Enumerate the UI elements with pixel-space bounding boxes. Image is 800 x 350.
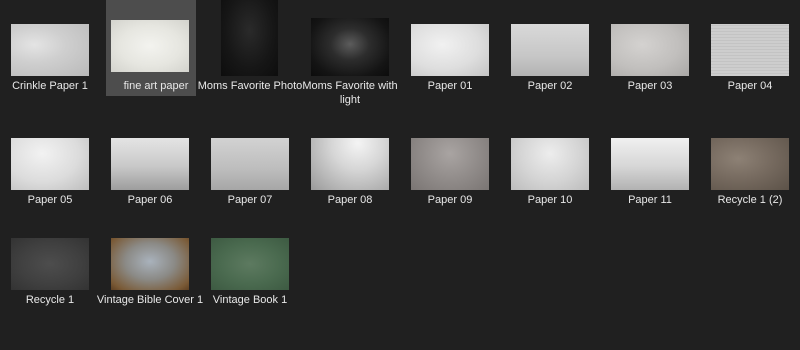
file-tile[interactable]: Vintage Book 1 bbox=[200, 214, 290, 310]
file-label: Moms Favorite with light bbox=[302, 80, 398, 106]
file-label: Paper 08 bbox=[327, 194, 373, 206]
thumbnail-image bbox=[221, 0, 278, 76]
file-tile[interactable]: Paper 03 bbox=[600, 0, 690, 96]
thumbnail-image bbox=[211, 138, 289, 190]
file-tile[interactable]: Paper 01 bbox=[400, 0, 490, 96]
thumbnail-image bbox=[211, 238, 289, 290]
file-label: Paper 07 bbox=[227, 194, 273, 206]
file-label: Paper 04 bbox=[727, 80, 773, 92]
file-tile[interactable]: Paper 04 bbox=[700, 0, 790, 96]
file-label: Recycle 1 bbox=[25, 294, 75, 306]
thumbnail-image bbox=[611, 24, 689, 76]
file-label: Crinkle Paper 1 bbox=[12, 80, 88, 92]
file-label: Recycle 1 (2) bbox=[717, 194, 783, 206]
file-label: Paper 05 bbox=[27, 194, 73, 206]
file-label: Moms Favorite Photo bbox=[197, 80, 303, 92]
thumbnail-image bbox=[111, 138, 189, 190]
file-label: Vintage Book 1 bbox=[212, 294, 288, 306]
thumbnail-image bbox=[311, 138, 389, 190]
file-tile[interactable]: Moms Favorite with light bbox=[300, 0, 398, 106]
file-tile[interactable]: Paper 02 bbox=[500, 0, 590, 96]
thumbnail-image bbox=[311, 18, 389, 76]
file-label: Paper 02 bbox=[527, 80, 573, 92]
file-tile[interactable]: Crinkle Paper 1 bbox=[0, 0, 90, 96]
thumbnail-image bbox=[411, 24, 489, 76]
file-thumbnail-grid: Crinkle Paper 1 fine art paper Moms Favo… bbox=[0, 0, 800, 350]
file-label: Vintage Bible Cover 1 bbox=[96, 294, 204, 306]
thumbnail-image bbox=[11, 138, 89, 190]
file-label: Paper 03 bbox=[627, 80, 673, 92]
thumbnail-image bbox=[511, 24, 589, 76]
thumbnail-image bbox=[611, 138, 689, 190]
thumbnail-image bbox=[711, 138, 789, 190]
thumbnail-image bbox=[11, 238, 89, 290]
file-tile[interactable]: Paper 07 bbox=[200, 114, 290, 210]
file-tile[interactable]: Paper 05 bbox=[0, 114, 90, 210]
file-label: Paper 09 bbox=[427, 194, 473, 206]
file-tile[interactable]: Moms Favorite Photo bbox=[198, 0, 302, 96]
thumbnail-image bbox=[11, 24, 89, 76]
file-tile[interactable]: fine art paper bbox=[106, 0, 196, 96]
thumbnail-image bbox=[511, 138, 589, 190]
file-tile[interactable]: Paper 08 bbox=[300, 114, 390, 210]
thumbnail-image bbox=[111, 238, 189, 290]
file-label: Paper 01 bbox=[427, 80, 473, 92]
file-tile[interactable]: Paper 10 bbox=[500, 114, 590, 210]
thumbnail-image bbox=[411, 138, 489, 190]
file-tile[interactable]: Paper 06 bbox=[100, 114, 190, 210]
file-tile[interactable]: Recycle 1 bbox=[0, 214, 90, 310]
file-tile[interactable]: Paper 11 bbox=[600, 114, 690, 210]
file-tile[interactable]: Recycle 1 (2) bbox=[700, 114, 790, 210]
file-label: Paper 11 bbox=[628, 194, 672, 206]
thumbnail-image bbox=[711, 24, 789, 76]
file-label: Paper 10 bbox=[527, 194, 573, 206]
thumbnail-image bbox=[111, 20, 189, 72]
file-tile[interactable]: Paper 09 bbox=[400, 114, 490, 210]
file-label: Paper 06 bbox=[127, 194, 173, 206]
file-tile[interactable]: Vintage Bible Cover 1 bbox=[97, 214, 203, 310]
